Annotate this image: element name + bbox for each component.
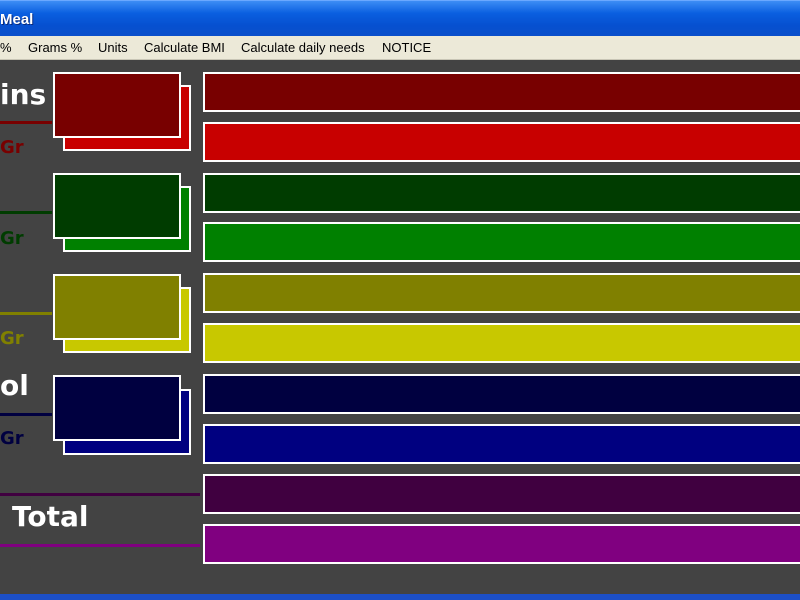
nutrient-divider-3 [0, 312, 52, 315]
total-bar-light[interactable] [203, 524, 800, 564]
menu-item-notice[interactable]: NOTICE [382, 40, 431, 55]
nutrient-swatch-2[interactable] [53, 173, 181, 239]
nutrient-swatch-cholesterol[interactable] [53, 375, 181, 441]
total-divider-top [0, 493, 200, 496]
nutrient-divider-cholesterol [0, 413, 52, 416]
nutrient-bar-3-dark[interactable] [203, 273, 800, 313]
nutrient-label-cholesterol: ol [0, 369, 29, 402]
nutrient-divider-2 [0, 211, 52, 214]
nutrient-unit-proteins: Gr [0, 137, 24, 158]
window-bottom-border [0, 594, 800, 600]
title-bar[interactable]: Meal [0, 0, 800, 36]
nutrient-bar-3-light[interactable] [203, 323, 800, 363]
nutrient-divider-proteins [0, 121, 52, 124]
nutrient-bar-cholesterol-dark[interactable] [203, 374, 800, 414]
total-label: Total [12, 500, 89, 533]
window-title: Meal [0, 11, 34, 28]
menu-item-units[interactable]: Units [98, 40, 128, 55]
nutrient-bar-2-dark[interactable] [203, 173, 800, 213]
total-bar-dark[interactable] [203, 474, 800, 514]
nutrient-bar-proteins-light[interactable] [203, 122, 800, 162]
nutrient-unit-3: Gr [0, 328, 24, 349]
nutrient-unit-2: Gr [0, 228, 24, 249]
nutrient-swatch-3[interactable] [53, 274, 181, 340]
nutrient-label-proteins: ins [0, 78, 47, 111]
nutrient-swatch-proteins[interactable] [53, 72, 181, 138]
nutrient-bar-proteins-dark[interactable] [203, 72, 800, 112]
menu-item-calculate-daily-needs[interactable]: Calculate daily needs [241, 40, 365, 55]
nutrient-bar-cholesterol-light[interactable] [203, 424, 800, 464]
nutrient-bar-2-light[interactable] [203, 222, 800, 262]
menu-item-calculate-bmi[interactable]: Calculate BMI [144, 40, 225, 55]
menu-item-percent[interactable]: % [0, 40, 12, 55]
menu-bar: % Grams % Units Calculate BMI Calculate … [0, 36, 800, 60]
total-divider-bottom [0, 544, 200, 547]
menu-item-grams-percent[interactable]: Grams % [28, 40, 82, 55]
nutrient-unit-cholesterol: Gr [0, 428, 24, 449]
